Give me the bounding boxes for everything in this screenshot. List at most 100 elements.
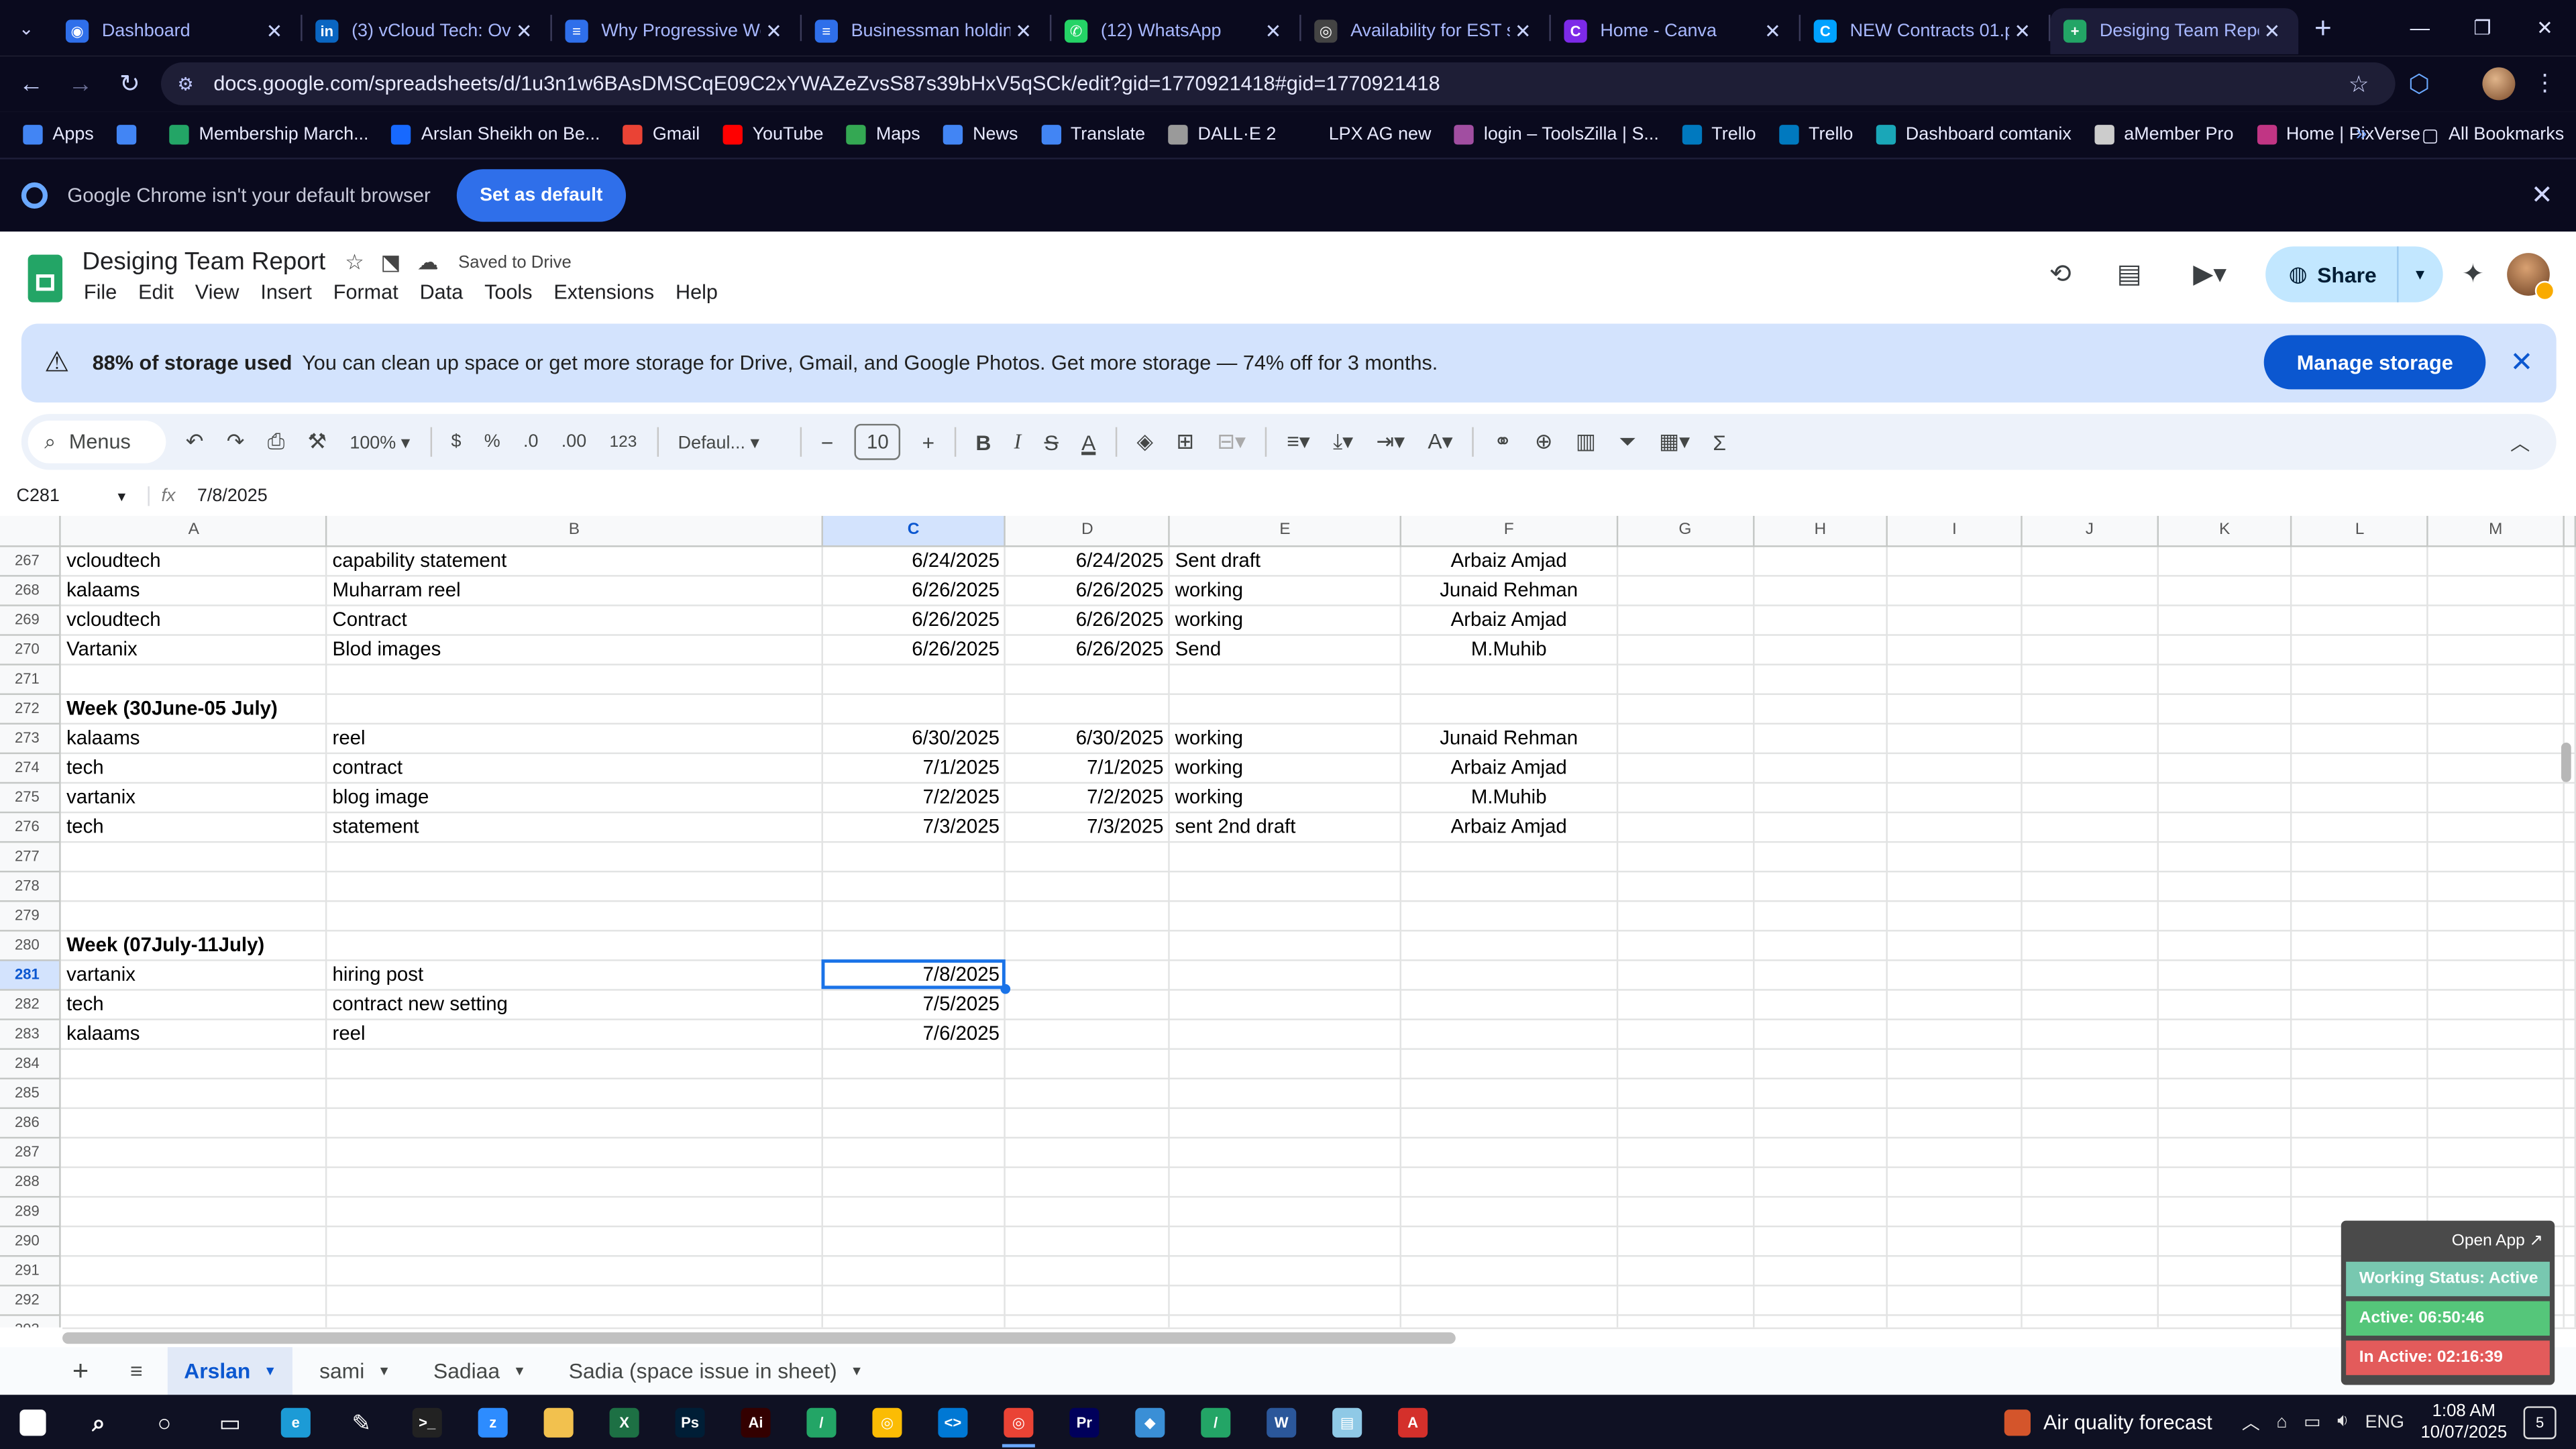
cell[interactable] (2427, 1077, 2565, 1108)
cell[interactable] (2157, 1225, 2293, 1256)
cell[interactable]: Junaid Rehman (1400, 575, 1618, 606)
cell[interactable] (326, 1285, 822, 1316)
menu-item-view[interactable]: View (195, 281, 239, 304)
cell[interactable] (1887, 1107, 2023, 1138)
menu-item-format[interactable]: Format (333, 281, 398, 304)
font-size-input[interactable]: 10 (855, 423, 901, 460)
notification-center-icon[interactable]: 5 (2523, 1405, 2557, 1439)
cell[interactable] (2157, 1285, 2293, 1316)
cell[interactable] (1617, 634, 1754, 665)
cell[interactable] (1617, 900, 1754, 931)
cell[interactable] (2427, 870, 2565, 902)
cell[interactable]: reel (326, 1018, 822, 1049)
cell[interactable] (1753, 634, 1888, 665)
language-indicator[interactable]: ENG (2365, 1412, 2404, 1432)
cell[interactable] (2563, 1225, 2576, 1256)
cell[interactable] (1400, 930, 1618, 961)
cell[interactable] (1753, 663, 1888, 694)
column-header[interactable]: L (2292, 515, 2429, 547)
cell[interactable] (1753, 1225, 1888, 1256)
row-header[interactable]: 278 (0, 870, 62, 902)
bookmark-item[interactable]: Maps (846, 125, 920, 145)
formula-input[interactable]: 7/8/2025 (197, 486, 268, 506)
cell[interactable] (821, 900, 1006, 931)
cell[interactable] (1169, 1225, 1401, 1256)
cell[interactable] (2563, 1077, 2576, 1108)
cell[interactable] (1887, 752, 2023, 783)
bookmark-item[interactable]: News (943, 125, 1018, 145)
cell[interactable] (1887, 811, 2023, 843)
cell[interactable] (1169, 959, 1401, 990)
cell[interactable] (326, 1255, 822, 1286)
app-blue-taskbar-button[interactable]: ◆ (1117, 1395, 1183, 1449)
cell[interactable] (2427, 930, 2565, 961)
cell[interactable] (1400, 1166, 1618, 1197)
forward-arrow-icon[interactable]: → (56, 70, 105, 98)
vertical-align-icon[interactable]: ⤓▾ (1333, 429, 1353, 455)
cell[interactable] (1169, 930, 1401, 961)
cell[interactable] (2563, 604, 2576, 635)
fill-handle[interactable] (1000, 983, 1010, 994)
cell[interactable] (1169, 1285, 1401, 1316)
cell[interactable] (821, 841, 1006, 872)
bookmark-item[interactable]: Dashboard comtanix (1876, 125, 2072, 145)
cell[interactable] (2157, 900, 2293, 931)
decrease-font-size-icon[interactable]: − (821, 429, 834, 454)
cell[interactable] (1887, 663, 2023, 694)
cell[interactable] (1753, 1136, 1888, 1168)
cell[interactable]: Arbaiz Amjad (1400, 604, 1618, 635)
chrome-menu-icon[interactable]: ⋮ (2533, 69, 2556, 97)
browser-tab[interactable]: ✆ (12) WhatsApp ✕ (1051, 8, 1299, 54)
cell[interactable] (2563, 634, 2576, 665)
cell[interactable] (2021, 1195, 2159, 1227)
cell[interactable] (2157, 575, 2293, 606)
start-taskbar-button[interactable] (0, 1395, 66, 1449)
weather-widget[interactable]: Air quality forecast (2004, 1409, 2212, 1436)
cell[interactable] (1400, 1048, 1618, 1079)
cell[interactable]: vartanix (60, 782, 328, 813)
cloud-icon[interactable]: ☁ (417, 250, 439, 276)
cell[interactable] (1617, 722, 1754, 753)
chevron-down-icon[interactable]: ▼ (850, 1364, 863, 1379)
bookmark-item[interactable]: Membership March... (169, 125, 369, 145)
cell[interactable] (326, 1107, 822, 1138)
cell[interactable] (2157, 959, 2293, 990)
cell[interactable] (1617, 752, 1754, 783)
cell[interactable] (2021, 959, 2159, 990)
battery-icon[interactable]: ▭ (2304, 1411, 2320, 1432)
menu-item-file[interactable]: File (84, 281, 117, 304)
cell[interactable] (2427, 959, 2565, 990)
row-header[interactable]: 283 (0, 1018, 62, 1049)
cell[interactable] (1169, 989, 1401, 1020)
column-header[interactable]: C (821, 515, 1006, 547)
cell[interactable] (1887, 1195, 2023, 1227)
cell[interactable]: Send (1169, 634, 1401, 665)
cell[interactable]: Week (30June-05 July) (60, 693, 328, 724)
cell[interactable] (1753, 752, 1888, 783)
column-header[interactable]: G (1617, 515, 1754, 547)
scrollbar-thumb[interactable] (62, 1332, 1456, 1344)
cell[interactable] (60, 1048, 328, 1079)
cell[interactable] (821, 1048, 1006, 1079)
cell[interactable] (1169, 870, 1401, 902)
cell[interactable] (60, 1285, 328, 1316)
site-info-icon[interactable]: ⚙ (177, 73, 203, 94)
cell[interactable] (1169, 1136, 1401, 1168)
cell[interactable]: tech (60, 989, 328, 1020)
cell[interactable]: M.Muhib (1400, 782, 1618, 813)
cell[interactable] (1617, 1255, 1754, 1286)
vscode-taskbar-button[interactable]: <> (920, 1395, 985, 1449)
cell[interactable] (2427, 782, 2565, 813)
excel-taskbar-button[interactable]: X (592, 1395, 657, 1449)
cell[interactable]: 6/26/2025 (1005, 634, 1171, 665)
file-explorer-taskbar-button[interactable] (526, 1395, 592, 1449)
cell[interactable] (2021, 693, 2159, 724)
cell[interactable] (2021, 634, 2159, 665)
strikethrough-button[interactable]: S (1044, 429, 1059, 454)
cell[interactable] (2021, 752, 2159, 783)
cell[interactable]: reel (326, 722, 822, 753)
network-icon[interactable]: ⌂ (2276, 1412, 2287, 1432)
close-icon[interactable]: ✕ (2531, 179, 2553, 212)
cell[interactable] (2157, 1166, 2293, 1197)
cell[interactable] (2292, 841, 2429, 872)
